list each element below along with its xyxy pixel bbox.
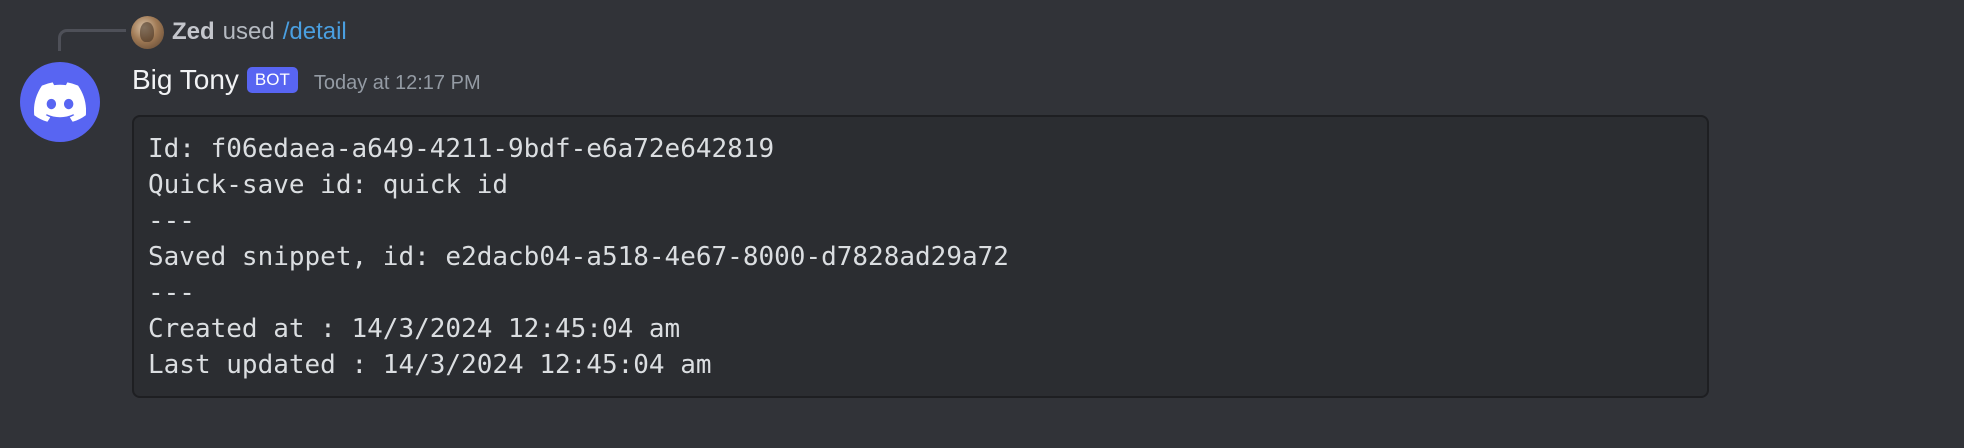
discord-logo-icon	[34, 82, 86, 122]
reply-username[interactable]: Zed	[172, 18, 215, 46]
command-reply-context[interactable]: Zed used /detail	[131, 14, 347, 50]
chat-message: Zed used /detail Big Tony BOT Today at 1…	[0, 0, 1964, 448]
author-username[interactable]: Big Tony	[132, 64, 239, 96]
code-line: Last updated : 14/3/2024 12:45:04 am	[148, 350, 712, 380]
code-line: Quick-save id: quick id	[148, 170, 509, 200]
code-line: Id: f06edaea-a649-4211-9bdf-e6a72e642819	[148, 134, 775, 164]
code-line: Created at : 14/3/2024 12:45:04 am	[148, 314, 681, 344]
code-line: ---	[148, 206, 195, 236]
slash-command-link[interactable]: /detail	[283, 18, 347, 46]
message-timestamp[interactable]: Today at 12:17 PM	[314, 66, 481, 95]
message-header: Big Tony BOT Today at 12:17 PM	[132, 60, 481, 100]
code-block[interactable]: Id: f06edaea-a649-4211-9bdf-e6a72e642819…	[132, 115, 1709, 398]
code-line: Saved snippet, id: e2dacb04-a518-4e67-80…	[148, 242, 1009, 272]
bot-avatar[interactable]	[20, 62, 100, 142]
code-line: ---	[148, 278, 195, 308]
reply-user-avatar[interactable]	[131, 15, 164, 49]
reply-verb: used	[222, 18, 275, 45]
reply-connector	[58, 29, 126, 51]
bot-badge: BOT	[246, 67, 298, 93]
